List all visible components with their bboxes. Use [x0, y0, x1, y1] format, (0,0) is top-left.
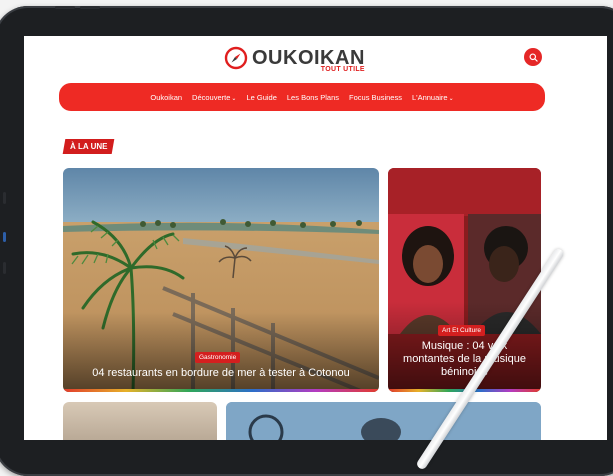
article-card[interactable]	[63, 402, 217, 440]
section-title-text: À LA UNE	[70, 142, 108, 151]
nav-item-decouverte[interactable]: Découverte⌄	[192, 93, 236, 102]
site-title: OUKOIKAN	[252, 47, 365, 69]
nav-item-label: L'Annuaire	[411, 92, 448, 102]
chevron-down-icon: ⌄	[448, 95, 454, 102]
nav-item-bons-plans[interactable]: Les Bons Plans	[287, 93, 339, 102]
main-nav: Oukoikan Découverte⌄ Le Guide Les Bons P…	[59, 83, 545, 111]
search-button[interactable]	[524, 48, 542, 66]
nav-item-label: Oukoikan	[150, 92, 183, 102]
category-badge[interactable]: Art Et Culture	[438, 325, 486, 336]
article-card[interactable]: Art Et Culture Musique : 04 voix montant…	[388, 168, 541, 392]
site-header: OUKOIKAN TOUT UTILE	[24, 36, 607, 81]
site-logo[interactable]: OUKOIKAN TOUT UTILE	[224, 44, 365, 73]
article-title[interactable]: Musique : 04 voix montantes de la musiqu…	[396, 340, 533, 379]
side-button	[3, 232, 6, 242]
category-badge[interactable]: Gastronomie	[195, 352, 241, 363]
article-card[interactable]	[226, 402, 541, 440]
side-button	[3, 192, 6, 204]
nav-item-focus-business[interactable]: Focus Business	[349, 93, 402, 102]
top-button	[55, 6, 75, 9]
chevron-down-icon: ⌄	[231, 95, 237, 102]
nav-item-oukoikan[interactable]: Oukoikan	[150, 93, 182, 102]
tablet-frame: OUKOIKAN TOUT UTILE Oukoikan Découverte⌄…	[0, 6, 613, 476]
article-title[interactable]: 04 restaurants en bordure de mer à teste…	[71, 367, 371, 380]
nav-item-label: Les Bons Plans	[286, 92, 340, 102]
card-stripe	[63, 389, 379, 392]
screen: OUKOIKAN TOUT UTILE Oukoikan Découverte⌄…	[24, 36, 607, 440]
section-title: À LA UNE	[62, 139, 115, 154]
compass-icon	[224, 46, 248, 70]
top-button	[80, 6, 100, 9]
logo-text: OUKOIKAN TOUT UTILE	[252, 47, 365, 73]
featured-article-card[interactable]: Gastronomie 04 restaurants en bordure de…	[63, 168, 379, 392]
nav-item-label: Découverte	[192, 92, 231, 102]
nav-item-le-guide[interactable]: Le Guide	[246, 93, 276, 102]
side-button	[3, 262, 6, 274]
nav-item-label: Le Guide	[246, 92, 277, 102]
site-tagline: TOUT UTILE	[320, 66, 365, 73]
cyclist-image	[226, 402, 541, 440]
search-icon	[528, 52, 538, 62]
nav-item-label: Focus Business	[349, 92, 402, 102]
nav-item-annuaire[interactable]: L'Annuaire⌄	[412, 93, 454, 102]
